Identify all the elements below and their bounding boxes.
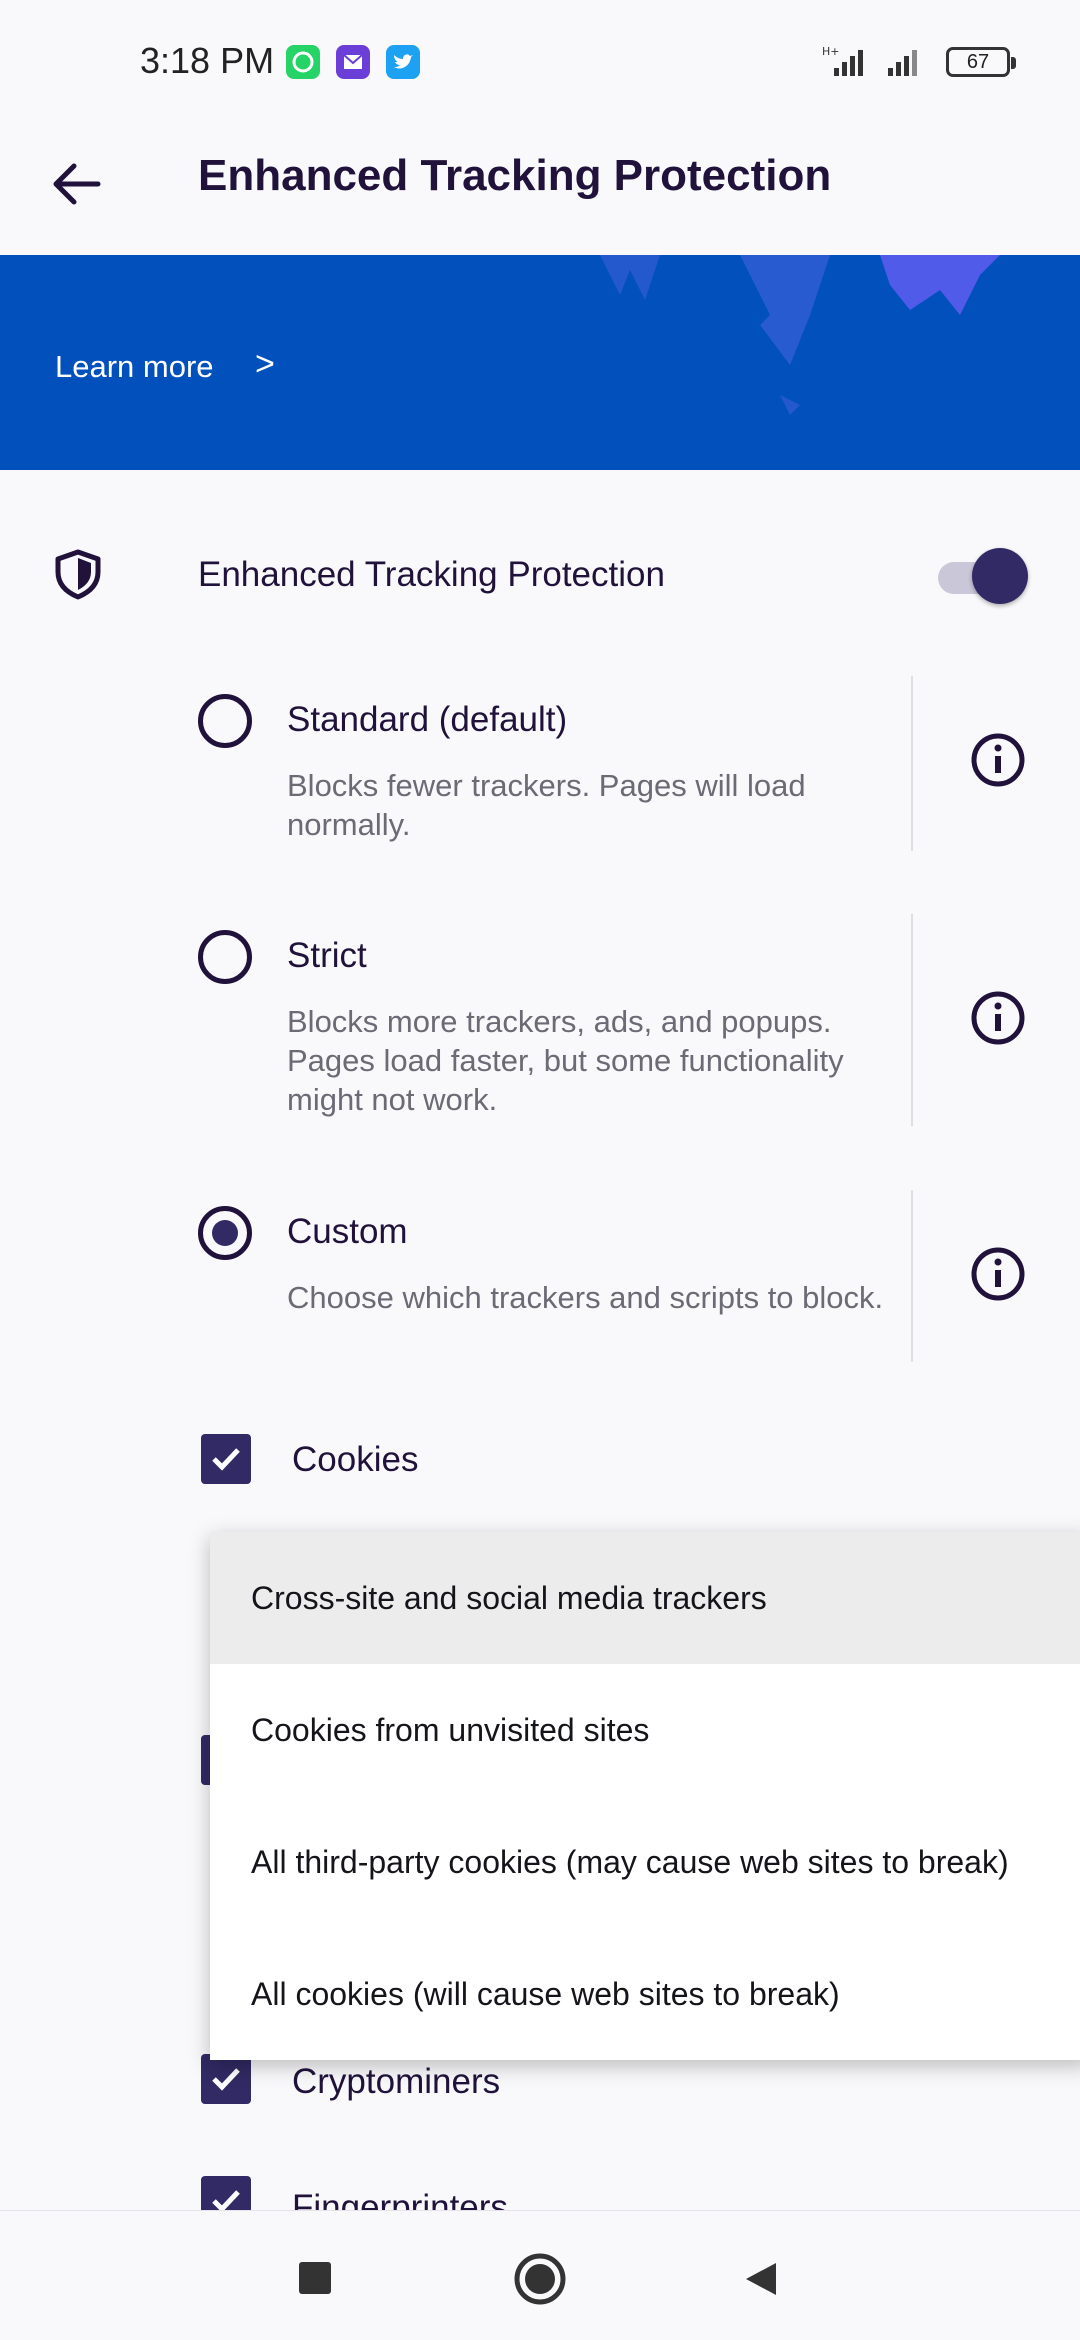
option-cookies[interactable]: Cookies	[0, 1420, 1080, 1500]
banner-illustration	[600, 255, 1000, 415]
info-icon[interactable]	[970, 1246, 1026, 1302]
mode-standard[interactable]: Standard (default) Blocks fewer trackers…	[0, 670, 1080, 851]
radio-custom[interactable]	[198, 1206, 252, 1260]
system-nav-bar	[0, 2210, 1080, 2340]
menu-item-third-party[interactable]: All third-party cookies (may cause web s…	[210, 1796, 1080, 1928]
radio-strict[interactable]	[198, 930, 252, 984]
battery-icon: 67	[946, 47, 1016, 77]
mail-icon	[336, 45, 370, 79]
cookies-dropdown-menu: Cross-site and social media trackers Coo…	[210, 1532, 1080, 2060]
check-icon	[212, 2068, 240, 2091]
option-cookies-label: Cookies	[292, 1440, 419, 1479]
signal-icon: H+	[822, 45, 863, 76]
radio-standard[interactable]	[198, 694, 252, 748]
home-button[interactable]	[512, 2251, 568, 2307]
check-icon	[212, 1448, 240, 1471]
divider	[911, 914, 913, 1126]
option-cryptominers-label: Cryptominers	[292, 2062, 501, 2101]
mode-standard-title: Standard (default)	[287, 700, 568, 739]
etp-toggle-label: Enhanced Tracking Protection	[198, 555, 665, 594]
status-time: 3:18 PM	[140, 40, 275, 81]
mode-custom-title: Custom	[287, 1212, 408, 1251]
mode-strict-title: Strict	[287, 936, 367, 975]
chevron-right-icon: >	[255, 345, 275, 383]
checkbox-cookies[interactable]	[201, 1434, 251, 1484]
toolbar: Enhanced Tracking Protection	[0, 125, 1080, 255]
menu-item-cross-site[interactable]: Cross-site and social media trackers	[210, 1532, 1080, 1664]
back-nav-button[interactable]	[740, 2259, 780, 2299]
twitter-icon	[386, 45, 420, 79]
etp-switch[interactable]	[938, 548, 1028, 604]
back-button[interactable]	[40, 147, 114, 221]
svg-text:H+: H+	[822, 45, 840, 58]
divider	[911, 1190, 913, 1362]
info-icon[interactable]	[970, 990, 1026, 1046]
mode-standard-desc: Blocks fewer trackers. Pages will load n…	[287, 768, 806, 842]
mode-strict-desc: Blocks more trackers, ads, and popups. P…	[287, 1004, 844, 1117]
divider	[911, 676, 913, 851]
learn-more-link[interactable]: Learn more	[55, 349, 214, 385]
signal-icon	[888, 50, 917, 76]
mode-custom-desc: Choose which trackers and scripts to blo…	[287, 1280, 884, 1315]
status-bar: 3:18 PM H+ 67	[0, 0, 1080, 125]
checkbox-cryptominers[interactable]	[201, 2054, 251, 2104]
arrow-left-icon	[53, 163, 101, 205]
menu-item-all-cookies[interactable]: All cookies (will cause web sites to bre…	[210, 1928, 1080, 2060]
shield-icon	[55, 549, 101, 600]
etp-toggle-row[interactable]: Enhanced Tracking Protection	[0, 520, 1080, 630]
mode-strict[interactable]: Strict Blocks more trackers, ads, and po…	[0, 906, 1080, 1126]
recents-button[interactable]	[299, 2262, 331, 2294]
info-banner: Learn more >	[0, 255, 1080, 470]
page-title: Enhanced Tracking Protection	[198, 151, 832, 200]
switch-thumb	[972, 548, 1028, 604]
menu-item-unvisited[interactable]: Cookies from unvisited sites	[210, 1664, 1080, 1796]
info-icon[interactable]	[970, 732, 1026, 788]
mode-custom[interactable]: Custom Choose which trackers and scripts…	[0, 1182, 1080, 1362]
whatsapp-icon	[286, 45, 320, 79]
